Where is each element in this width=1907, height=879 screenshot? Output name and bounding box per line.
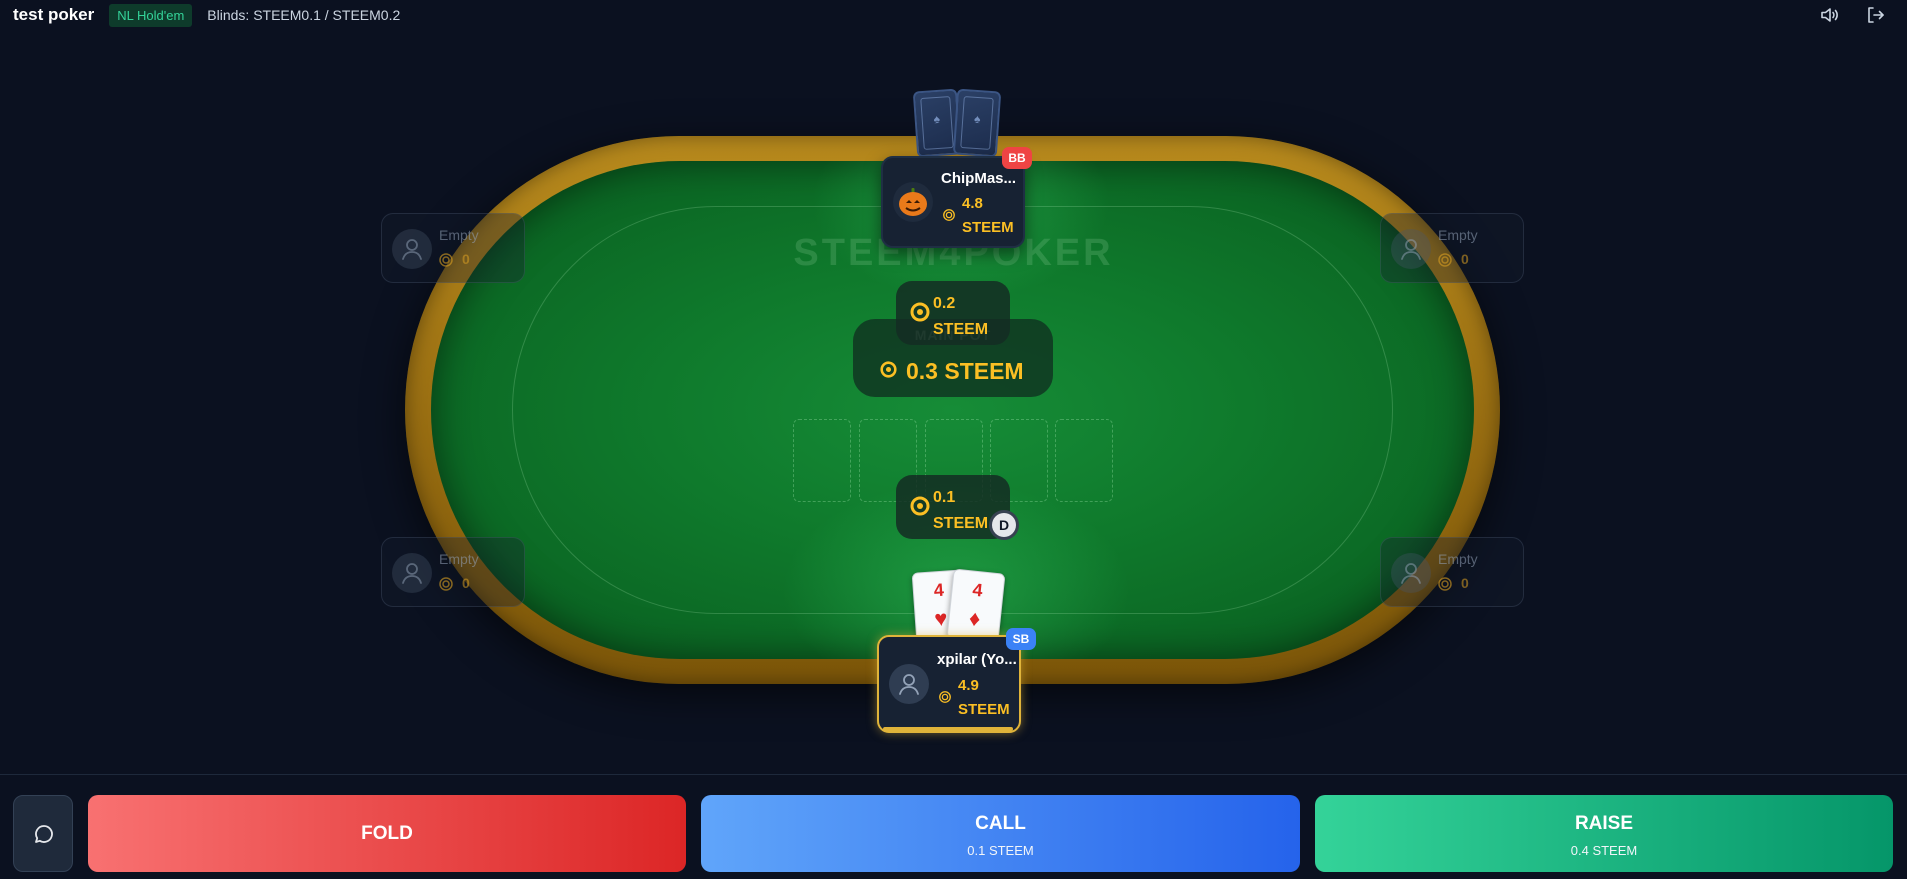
call-label: CALL [975,813,1026,834]
chat-button[interactable] [13,795,73,872]
chip-icon [1438,577,1452,591]
action-bar: FOLD CALL 0.1 STEEM RAISE 0.4 STEEM [0,774,1907,879]
raise-amount: 0.4 STEEM [1570,843,1638,858]
empty-seat-top-left[interactable]: Empty 0 [381,213,525,283]
seat-label: Empty [439,551,479,567]
seat-label: Empty [1438,551,1478,567]
seat-stack: 0 [462,575,470,591]
chip-icon [880,361,897,378]
player-name: xpilar (Yo... [937,651,1017,668]
chip-icon [1438,253,1452,267]
player-name: ChipMas... [941,170,1017,187]
player-seat-opponent[interactable]: ChipMas... 4.8 STEEM [881,156,1025,248]
chat-icon [35,825,53,843]
user-icon [402,239,422,260]
main-pot-amount: 0.3 STEEM [906,358,1024,384]
chip-icon [939,691,951,703]
hole-card: 4 ♦ [946,568,1006,644]
empty-seat-bottom-left[interactable]: Empty 0 [381,537,525,607]
pumpkin-avatar-icon [899,188,927,216]
player-stack: 4.9 STEEM [958,677,1010,718]
seat-label: Empty [1438,227,1478,243]
bet-bubble-bb: 0.2 STEEM [896,281,1010,345]
community-card-slot [793,419,851,502]
user-icon [402,563,422,584]
seat-stack: 0 [1461,575,1469,591]
spade-icon: ♠ [933,111,941,127]
user-icon [1401,563,1421,584]
chip-icon [910,302,930,322]
empty-seat-top-right[interactable]: Empty 0 [1380,213,1524,283]
poker-table: STEEM4POKER MAIN POT 0.3 STEEM 0.2 STEEM… [0,0,1907,775]
small-blind-badge: SB [1006,628,1036,650]
empty-avatar [392,229,432,269]
fold-label: FOLD [361,823,413,844]
empty-avatar [392,553,432,593]
player-avatar [889,664,929,704]
spade-icon: ♠ [973,111,981,127]
user-icon [899,674,919,695]
turn-timer-bar [883,727,1013,731]
user-icon [1401,239,1421,260]
bet-amount: 0.2 STEEM [933,295,989,338]
raise-button[interactable]: RAISE 0.4 STEEM [1315,795,1893,872]
chip-icon [943,209,955,221]
chip-icon [910,496,930,516]
player-seat-hero[interactable]: xpilar (Yo... 4.9 STEEM [877,635,1021,733]
player-avatar [893,182,933,222]
card-back: ♠ [952,88,1002,158]
call-amount: 0.1 STEEM [967,843,1034,858]
player-stack: 4.8 STEEM [962,195,1014,236]
seat-stack: 0 [462,251,470,267]
dealer-button: D [992,513,1016,537]
empty-avatar [1391,229,1431,269]
big-blind-badge: BB [1002,147,1032,169]
empty-avatar [1391,553,1431,593]
raise-label: RAISE [1574,813,1634,834]
diamond-icon: ♦ [967,605,982,632]
chip-icon [439,577,453,591]
community-card-slot [1055,419,1113,502]
chip-icon [439,253,453,267]
fold-button[interactable]: FOLD [88,795,686,872]
seat-stack: 0 [1461,251,1469,267]
card-rank: 4 [971,579,984,601]
call-button[interactable]: CALL 0.1 STEEM [701,795,1300,872]
empty-seat-bottom-right[interactable]: Empty 0 [1380,537,1524,607]
seat-label: Empty [439,227,479,243]
